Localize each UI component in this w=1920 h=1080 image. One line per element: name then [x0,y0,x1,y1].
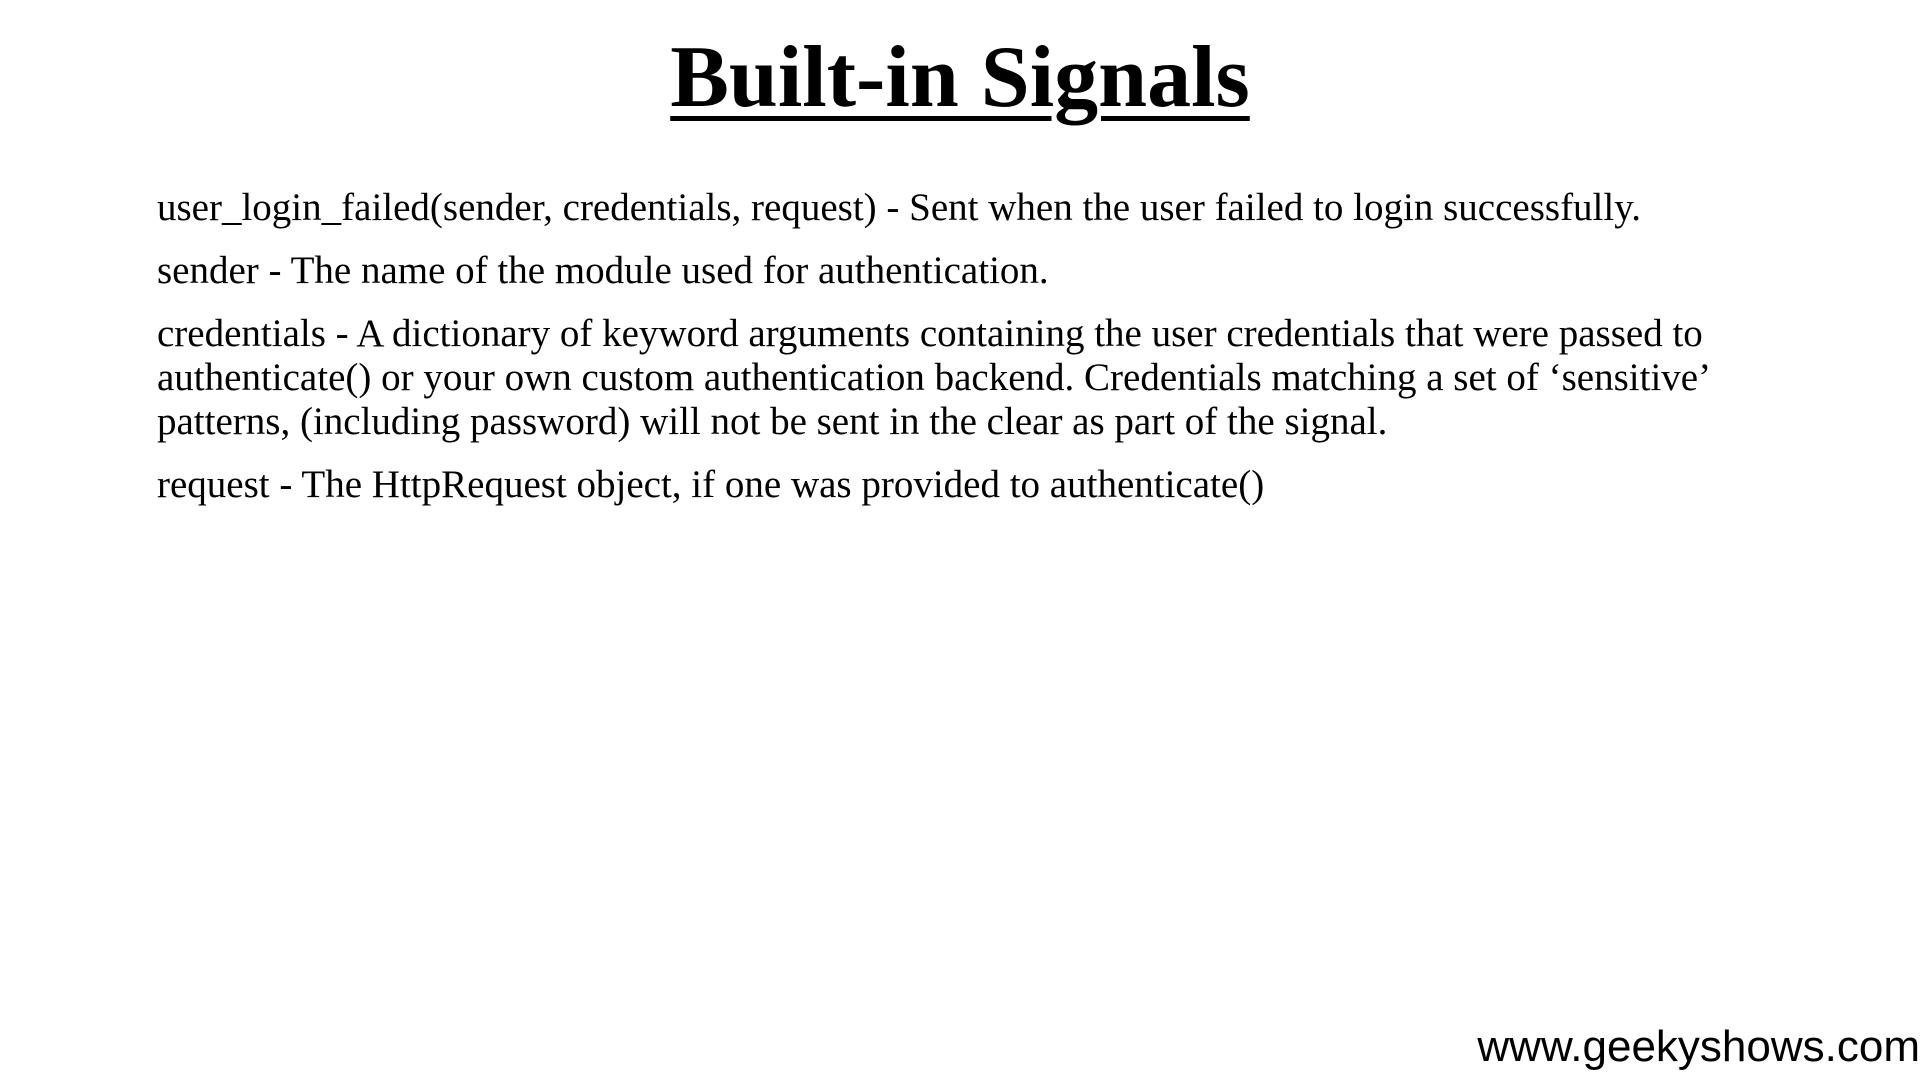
slide-body: user_login_failed(sender, credentials, r… [157,186,1777,526]
slide-title: Built-in Signals [0,29,1920,127]
paragraph-credentials: credentials - A dictionary of keyword ar… [157,312,1709,443]
paragraph-request: request - The HttpRequest object, if one… [157,463,1265,506]
slide-title-text: Built-in Signals [670,29,1250,126]
footer-website: www.geekyshows.com [1477,1022,1920,1072]
paragraph-user-login-failed: user_login_failed(sender, credentials, r… [157,186,1641,229]
paragraph-sender: sender - The name of the module used for… [157,249,1049,292]
